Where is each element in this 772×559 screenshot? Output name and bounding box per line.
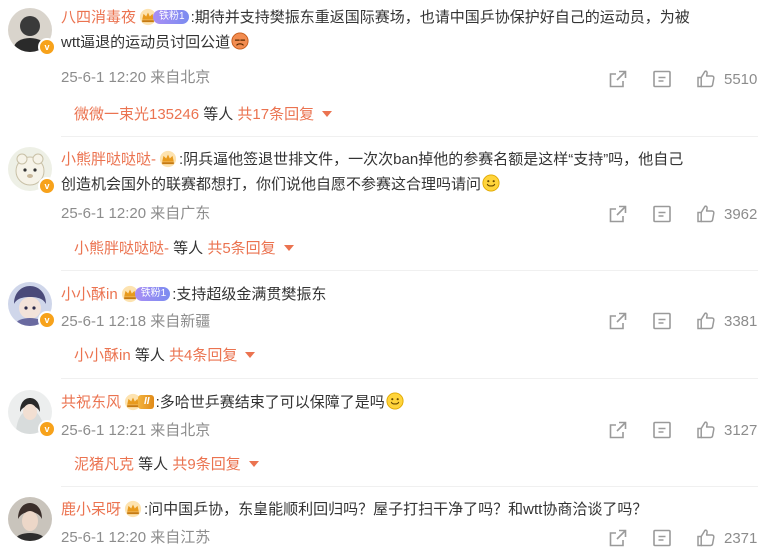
- reply-count[interactable]: 共5条回复: [207, 240, 275, 257]
- comment-body-line2: 创造机会国外的联赛都想打，你们说他自愿不参赛这合理吗请问: [61, 176, 482, 193]
- comment-actions: 5510: [608, 68, 758, 90]
- comment-body: :问中国乒协，东皇能顺利回归吗？屋子打扫干净了吗？和wtt协商洽谈了吗？: [144, 501, 648, 518]
- verified-badge-icon: v: [38, 420, 56, 438]
- reply-summary[interactable]: 小熊胖哒哒哒- 等人 共5条回复: [74, 238, 294, 260]
- share-icon[interactable]: [608, 528, 628, 548]
- comment-username[interactable]: 小小酥in: [61, 286, 118, 303]
- divider: [61, 270, 758, 271]
- reply-summary[interactable]: 泥猪凡克 等人 共9条回复: [74, 454, 259, 476]
- reply-summary[interactable]: 小小酥in 等人 共4条回复: [74, 345, 256, 367]
- reply-username[interactable]: 小熊胖哒哒哒-: [74, 240, 169, 257]
- comment-icon[interactable]: [652, 528, 672, 548]
- thumbs-up-icon[interactable]: [696, 69, 716, 89]
- share-icon[interactable]: [608, 311, 628, 331]
- reply-count[interactable]: 共9条回复: [172, 456, 240, 473]
- comment-username[interactable]: 小熊胖哒哒哒-: [61, 151, 156, 168]
- comment-text: 鹿小呆呀 :问中国乒协，东皇能顺利回归吗？屋子打扫干净了吗？和wtt协商洽谈了吗？: [61, 497, 758, 522]
- comment-text: 共祝东风 II:多哈世乒赛结束了可以保障了是吗: [61, 390, 758, 415]
- share-icon[interactable]: [608, 69, 628, 89]
- comment-meta: 25-6-1 12:20 来自江苏: [61, 529, 211, 546]
- comment-username[interactable]: 共祝东风: [61, 394, 121, 411]
- smile-emoji-icon: [482, 174, 500, 192]
- comment-meta: 25-6-1 12:18 来自新疆: [61, 313, 211, 330]
- comment-meta: 25-6-1 12:21 来自北京: [61, 422, 211, 439]
- comment-icon[interactable]: [652, 69, 672, 89]
- comment-meta: 25-6-1 12:20 来自北京: [61, 69, 211, 86]
- divider: [61, 136, 758, 137]
- fan-level-chip: 铁粉1: [134, 287, 171, 301]
- comment-meta: 25-6-1 12:20 来自广东: [61, 205, 211, 222]
- reply-mid-text: 等人: [130, 347, 170, 364]
- reply-summary[interactable]: 微微一束光135246 等人 共17条回复: [74, 104, 333, 126]
- reply-mid-text: 等人: [169, 240, 208, 257]
- chevron-down-icon[interactable]: [245, 352, 256, 358]
- divider: [61, 486, 758, 487]
- fan-badge: 铁粉1: [121, 285, 171, 303]
- comment-username[interactable]: 鹿小呆呀: [61, 501, 121, 518]
- fan-level-chip: 铁粉1: [153, 10, 189, 24]
- comment-actions: 3381: [608, 310, 758, 332]
- reply-count[interactable]: 共4条回复: [169, 347, 237, 364]
- comment-actions: 3962: [608, 203, 758, 225]
- comment-actions: 3127: [608, 419, 758, 441]
- reply-mid-text: 等人: [134, 456, 173, 473]
- like-count: 3381: [724, 312, 758, 330]
- reply-username[interactable]: 泥猪凡克: [74, 456, 134, 473]
- comment-text: 八四消毒夜 铁粉1:期待并支持樊振东重返国际赛场，也请中国乒协保护好自己的运动员，…: [61, 5, 758, 55]
- comment-icon[interactable]: [652, 420, 672, 440]
- comment-body-line2: wtt逼退的运动员讨回公道: [61, 34, 231, 51]
- divider: [61, 378, 758, 379]
- like-count: 2371: [724, 529, 758, 547]
- comment-text: 小小酥in 铁粉1:支持超级金满贯樊振东: [61, 282, 758, 307]
- thumbs-up-icon[interactable]: [696, 204, 716, 224]
- verified-badge-icon: v: [38, 177, 56, 195]
- thumbs-up-icon[interactable]: [696, 420, 716, 440]
- fan-badge: 铁粉1: [139, 8, 189, 26]
- comment-body: :阴兵逼他签退世排文件，一次次ban掉他的参赛名额是这样“支持”吗，他自己: [179, 151, 684, 168]
- fan-badge: [159, 150, 177, 168]
- comment-body: :支持超级金满贯樊振东: [172, 286, 327, 303]
- verified-badge-icon: v: [38, 311, 56, 329]
- chevron-down-icon[interactable]: [248, 461, 259, 467]
- thumbs-up-icon[interactable]: [696, 311, 716, 331]
- comment-text: 小熊胖哒哒哒- :阴兵逼他签退世排文件，一次次ban掉他的参赛名额是这样“支持”吗…: [61, 147, 758, 197]
- verified-badge-icon: v: [38, 38, 56, 56]
- smile-emoji-icon: [386, 392, 404, 410]
- rank-level-chip: II: [138, 395, 154, 409]
- reply-mid-text: 等人: [199, 106, 238, 123]
- like-count: 5510: [724, 70, 758, 88]
- comment-actions: 2371: [608, 527, 758, 549]
- share-icon[interactable]: [608, 420, 628, 440]
- sad-emoji-icon: [231, 32, 249, 50]
- chevron-down-icon[interactable]: [283, 245, 294, 251]
- comment-icon[interactable]: [652, 204, 672, 224]
- reply-username[interactable]: 微微一束光135246: [74, 106, 199, 123]
- share-icon[interactable]: [608, 204, 628, 224]
- reply-count[interactable]: 共17条回复: [237, 106, 314, 123]
- comment-icon[interactable]: [652, 311, 672, 331]
- crown-icon: [124, 500, 142, 518]
- crown-icon: [159, 150, 177, 168]
- like-count: 3962: [724, 205, 758, 223]
- fan-badge: [124, 500, 142, 518]
- thumbs-up-icon[interactable]: [696, 528, 716, 548]
- comment-body: :多哈世乒赛结束了可以保障了是吗: [155, 394, 385, 411]
- comment-username[interactable]: 八四消毒夜: [61, 9, 136, 26]
- chevron-down-icon[interactable]: [322, 111, 333, 117]
- reply-username[interactable]: 小小酥in: [74, 347, 131, 364]
- like-count: 3127: [724, 421, 758, 439]
- comment-body: :期待并支持樊振东重返国际赛场，也请中国乒协保护好自己的运动员，为被: [190, 9, 690, 26]
- avatar[interactable]: [8, 497, 52, 541]
- rank-badge: II: [124, 393, 154, 411]
